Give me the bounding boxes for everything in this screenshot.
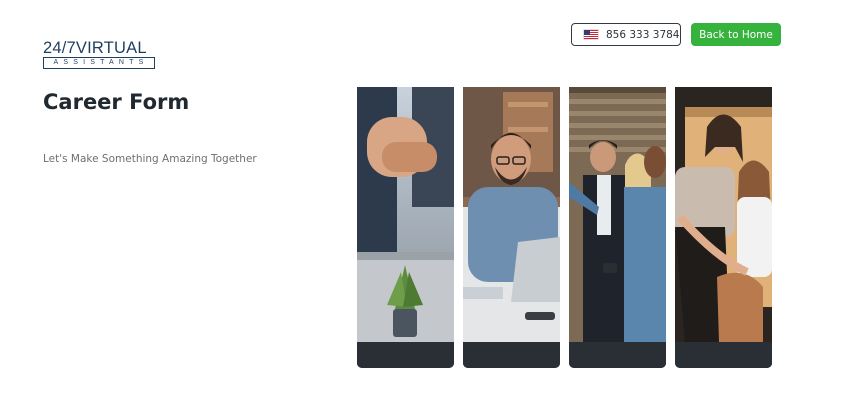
- photo-card: [463, 87, 560, 368]
- phone-button[interactable]: 856 333 3784: [571, 23, 681, 46]
- team-pointing-photo: [569, 87, 666, 342]
- photo-card: [357, 87, 454, 368]
- logo-wordmark: 24/7VIRTUAL: [43, 39, 147, 57]
- tagline: Let's Make Something Amazing Together: [43, 153, 257, 165]
- logo-subtitle: ASSISTANTS: [43, 57, 155, 69]
- card-footer: [675, 342, 772, 368]
- card-footer: [357, 342, 454, 368]
- photo-card: [675, 87, 772, 368]
- company-logo[interactable]: 24/7VIRTUAL ASSISTANTS: [43, 40, 155, 69]
- back-to-home-button[interactable]: Back to Home: [691, 23, 781, 46]
- page-title: Career Form: [43, 90, 190, 114]
- phone-number: 856 333 3784: [606, 28, 680, 41]
- us-flag-icon: [584, 30, 598, 39]
- team-hands-stacked-photo: [357, 87, 454, 342]
- card-footer: [569, 342, 666, 368]
- photo-gallery: [357, 87, 773, 368]
- card-footer: [463, 342, 560, 368]
- smiling-man-laptop-photo: [463, 87, 560, 342]
- laughing-women-photo: [675, 87, 772, 342]
- photo-card: [569, 87, 666, 368]
